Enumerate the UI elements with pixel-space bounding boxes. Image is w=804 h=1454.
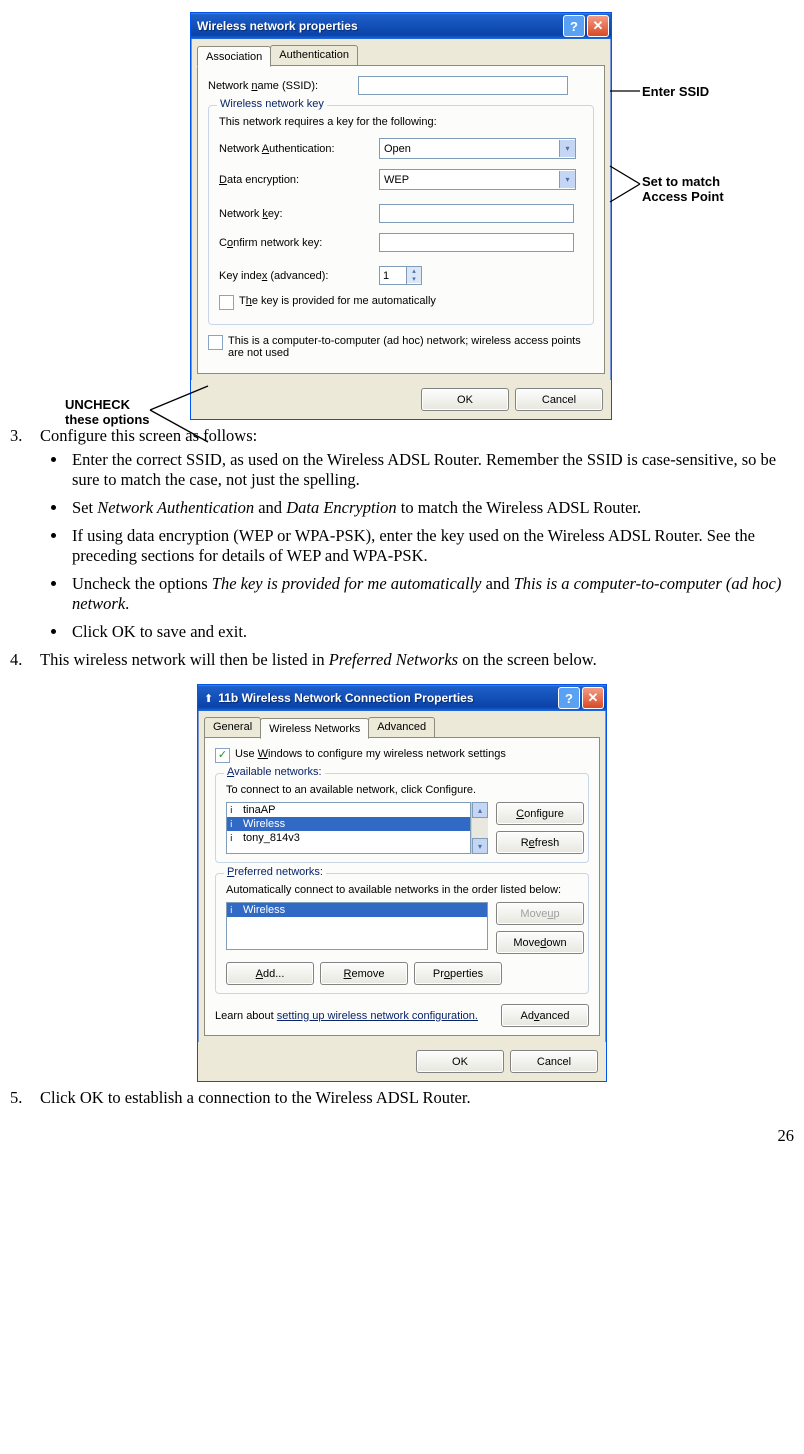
step5-text: Click OK to establish a connection to th… — [40, 1088, 794, 1108]
list-item: 𝗂tinaAP — [227, 803, 470, 817]
close-icon[interactable]: ✕ — [587, 15, 609, 37]
advanced-button[interactable]: Advanced — [501, 1004, 589, 1027]
list-item: 𝗂Wireless — [227, 903, 487, 917]
checkbox-icon — [219, 295, 234, 310]
scroll-down-icon: ▾ — [472, 838, 488, 854]
checkbox-checked-icon — [215, 748, 230, 763]
list-item: 𝗂Wireless — [227, 817, 470, 831]
step4-text: This wireless network will then be liste… — [40, 650, 794, 670]
callout-ssid: Enter SSID — [642, 84, 709, 99]
step-number: 4. — [10, 650, 40, 670]
properties-button[interactable]: Properties — [414, 962, 502, 985]
close-icon[interactable]: ✕ — [582, 687, 604, 709]
chevron-down-icon: ▾ — [559, 171, 575, 188]
preferred-list[interactable]: 𝗂Wireless — [226, 902, 488, 950]
checkbox-icon — [208, 335, 223, 350]
list-item: 𝗂tony_814v3 — [227, 831, 470, 845]
cb-adhoc[interactable]: This is a computer-to-computer (ad hoc) … — [208, 335, 594, 359]
netkey-input[interactable] — [379, 204, 574, 223]
bullet: Click OK to save and exit. — [68, 622, 794, 642]
titlebar: ⬆ 11b Wireless Network Connection Proper… — [198, 685, 606, 711]
configure-button[interactable]: Configure — [496, 802, 584, 825]
preferred-desc: Automatically connect to available netwo… — [226, 884, 578, 896]
chevron-down-icon: ▾ — [559, 140, 575, 157]
bullet: Uncheck the options The key is provided … — [68, 574, 794, 614]
cancel-button[interactable]: Cancel — [515, 388, 603, 411]
cb-use-windows[interactable]: Use Windows to configure my wireless net… — [215, 748, 589, 763]
bullet: Enter the correct SSID, as used on the W… — [68, 450, 794, 490]
tab-authentication[interactable]: Authentication — [270, 45, 358, 65]
refresh-button[interactable]: Refresh — [496, 831, 584, 854]
tab-wireless-networks[interactable]: Wireless Networks — [260, 718, 369, 739]
step-number: 5. — [10, 1088, 40, 1108]
preferred-legend: Preferred networks: — [224, 866, 326, 878]
confkey-input[interactable] — [379, 233, 574, 252]
cancel-button[interactable]: Cancel — [510, 1050, 598, 1073]
learn-text: Learn about setting up wireless network … — [215, 1010, 501, 1022]
spin-down-icon[interactable]: ▾ — [407, 275, 421, 283]
keyidx-spinner[interactable]: ▴▾ — [379, 266, 422, 285]
moveup-button[interactable]: Move up — [496, 902, 584, 925]
add-button[interactable]: Add... — [226, 962, 314, 985]
step3-intro: Configure this screen as follows: — [40, 426, 794, 446]
network-icon: ⬆ — [204, 692, 213, 705]
window-title: 11b Wireless Network Connection Properti… — [218, 691, 556, 705]
page-number: 26 — [10, 1126, 794, 1146]
available-legend: Available networks: — [224, 766, 325, 778]
antenna-icon: 𝗂 — [230, 905, 239, 916]
callout-uncheck: UNCHECK these options — [65, 397, 150, 427]
help-icon[interactable]: ? — [558, 687, 580, 709]
scrollbar[interactable]: ▴▾ — [471, 802, 488, 854]
keyidx-label: Key index (advanced): — [219, 270, 379, 282]
available-list[interactable]: 𝗂tinaAP 𝗂Wireless 𝗂tony_814v3 — [226, 802, 471, 854]
tab-general[interactable]: General — [204, 717, 261, 737]
key-desc: This network requires a key for the foll… — [219, 116, 583, 128]
ssid-label: Network name (SSID): — [208, 80, 358, 92]
spin-up-icon[interactable]: ▴ — [407, 267, 421, 275]
ok-button[interactable]: OK — [416, 1050, 504, 1073]
titlebar: Wireless network properties ? ✕ — [191, 13, 611, 39]
step-number: 3. — [10, 426, 40, 650]
help-icon[interactable]: ? — [563, 15, 585, 37]
antenna-icon: 𝗂 — [230, 819, 239, 830]
scroll-up-icon: ▴ — [472, 802, 488, 818]
bullet: Set Network Authentication and Data Encr… — [68, 498, 794, 518]
netkey-label: Network key: — [219, 208, 379, 220]
antenna-icon: 𝗂 — [230, 805, 239, 816]
cb-auto-key[interactable]: The key is provided for me automatically — [219, 295, 583, 310]
movedown-button[interactable]: Move down — [496, 931, 584, 954]
learn-link[interactable]: setting up wireless network configuratio… — [277, 1010, 478, 1022]
ssid-input[interactable] — [358, 76, 568, 95]
tab-advanced[interactable]: Advanced — [368, 717, 435, 737]
enc-dropdown[interactable]: WEP ▾ — [379, 169, 576, 190]
enc-label: Data encryption: — [219, 174, 379, 186]
available-desc: To connect to an available network, clic… — [226, 784, 578, 796]
bullet: If using data encryption (WEP or WPA-PSK… — [68, 526, 794, 566]
antenna-icon: 𝗂 — [230, 833, 239, 844]
remove-button[interactable]: Remove — [320, 962, 408, 985]
connection-properties-dialog: ⬆ 11b Wireless Network Connection Proper… — [197, 684, 607, 1082]
auth-dropdown[interactable]: Open ▾ — [379, 138, 576, 159]
wireless-properties-dialog: Wireless network properties ? ✕ Associat… — [190, 12, 612, 420]
callout-match: Set to match Access Point — [642, 174, 724, 204]
group-key-legend: Wireless network key — [217, 98, 327, 110]
confkey-label: Confirm network key: — [219, 237, 379, 249]
ok-button[interactable]: OK — [421, 388, 509, 411]
tab-association[interactable]: Association — [197, 46, 271, 67]
window-title: Wireless network properties — [197, 19, 561, 33]
auth-label: Network Authentication: — [219, 143, 379, 155]
